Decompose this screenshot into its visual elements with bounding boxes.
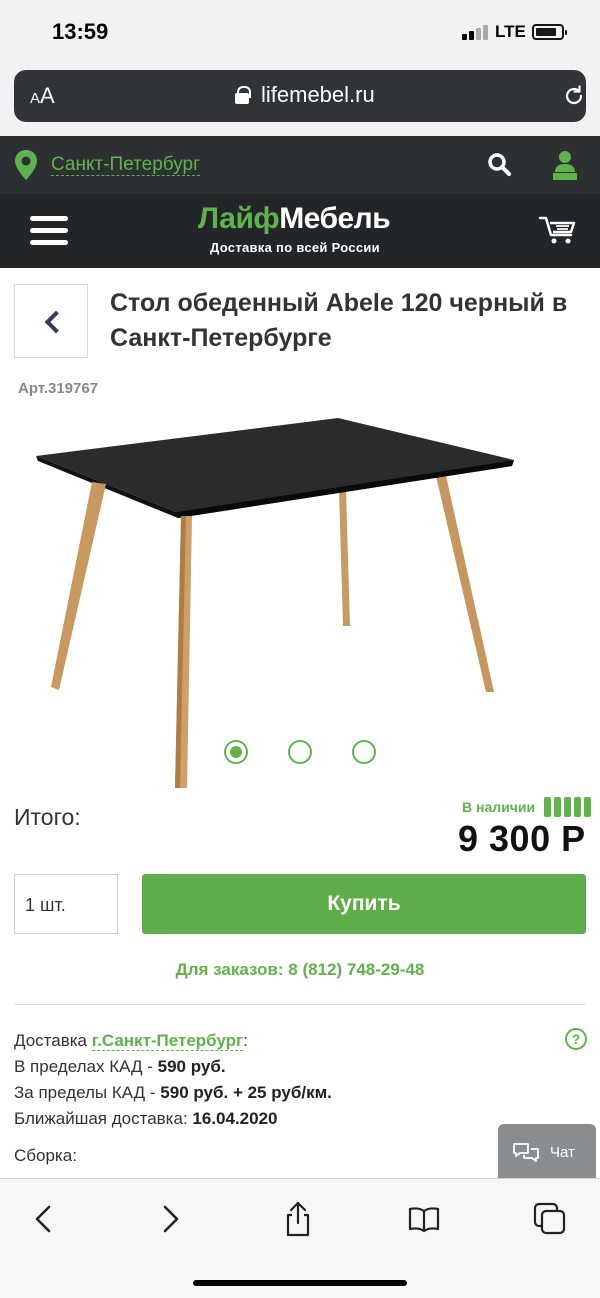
back-chevron-icon[interactable] <box>26 1201 62 1237</box>
bookmarks-icon[interactable] <box>406 1201 442 1237</box>
signal-icon <box>462 24 490 40</box>
gallery-dot[interactable] <box>352 740 376 764</box>
assembly-label: Сборка: <box>14 1146 77 1165</box>
tabs-icon[interactable] <box>532 1201 568 1237</box>
product-price: 9 300 Р <box>458 818 586 859</box>
share-icon[interactable] <box>280 1201 316 1237</box>
delivery-label: Доставка <box>14 1031 88 1050</box>
order-phone-link[interactable]: Для заказов: 8 (812) 748-29-48 <box>0 960 600 980</box>
buy-button[interactable]: Купить <box>142 874 586 934</box>
text-size-button[interactable]: AA <box>30 83 55 109</box>
home-indicator[interactable] <box>193 1280 407 1286</box>
gallery-pagination <box>222 740 382 766</box>
delivery-nearest-line: Ближайшая доставка: 16.04.2020 <box>14 1106 332 1132</box>
lock-icon <box>235 86 251 104</box>
delivery-info: Доставка г.Санкт-Петербург: В пределах К… <box>14 1028 332 1132</box>
url-domain: lifemebel.ru <box>261 82 375 107</box>
chat-label: Чат <box>550 1144 575 1161</box>
reload-icon[interactable] <box>562 84 586 108</box>
browser-url-area: AA lifemebel.ru <box>0 64 600 136</box>
divider <box>14 1004 586 1005</box>
help-icon[interactable]: ? <box>565 1028 587 1050</box>
city-selector-link[interactable]: Санкт-Петербург <box>51 155 201 176</box>
gallery-dot[interactable] <box>224 740 248 764</box>
stock-level-indicator <box>544 797 592 817</box>
menu-icon[interactable] <box>30 216 68 246</box>
product-title: Стол обеденный Abele 120 черный в Санкт-… <box>110 289 568 352</box>
battery-icon <box>532 24 567 40</box>
nearest-label: Ближайшая доставка: <box>14 1109 193 1128</box>
delivery-line: Доставка г.Санкт-Петербург: <box>14 1028 332 1054</box>
user-account-icon[interactable] <box>552 150 578 182</box>
outside-price: 590 руб. + 25 руб/км. <box>160 1083 332 1102</box>
delivery-colon: : <box>243 1031 248 1050</box>
gallery-dot[interactable] <box>288 740 312 764</box>
stock-status: В наличии <box>462 799 536 815</box>
chat-button[interactable]: Чат <box>498 1124 596 1182</box>
quantity-input[interactable]: 1 шт. <box>14 874 118 934</box>
within-label: В пределах КАД - <box>14 1057 158 1076</box>
total-label: Итого: <box>14 804 81 830</box>
back-button[interactable] <box>14 284 88 358</box>
site-navbar: ЛайфМебель Доставка по всей России <box>0 194 600 268</box>
location-pin-icon <box>15 150 37 180</box>
delivery-within-line: В пределах КАД - 590 руб. <box>14 1054 332 1080</box>
product-sku: Арт.319767 <box>18 380 99 397</box>
chat-icon <box>513 1143 539 1162</box>
nearest-date: 16.04.2020 <box>192 1109 278 1128</box>
site-logo[interactable]: ЛайфМебель <box>198 202 391 236</box>
site-tagline: Доставка по всей России <box>210 240 380 255</box>
outside-label: За пределы КАД - <box>14 1083 161 1102</box>
delivery-outside-line: За пределы КАД - 590 руб. + 25 руб/км. <box>14 1080 332 1106</box>
delivery-city-link[interactable]: г.Санкт-Петербург <box>91 1031 244 1051</box>
status-time: 13:59 <box>52 19 109 44</box>
search-icon[interactable] <box>487 152 513 178</box>
forward-chevron-icon[interactable] <box>152 1201 188 1237</box>
cart-icon[interactable] <box>538 214 578 246</box>
url-bar[interactable]: AA lifemebel.ru <box>14 70 586 122</box>
network-label: LTE <box>495 22 526 41</box>
within-price: 590 руб. <box>157 1057 226 1076</box>
status-bar: 13:59 LTE <box>0 0 600 64</box>
